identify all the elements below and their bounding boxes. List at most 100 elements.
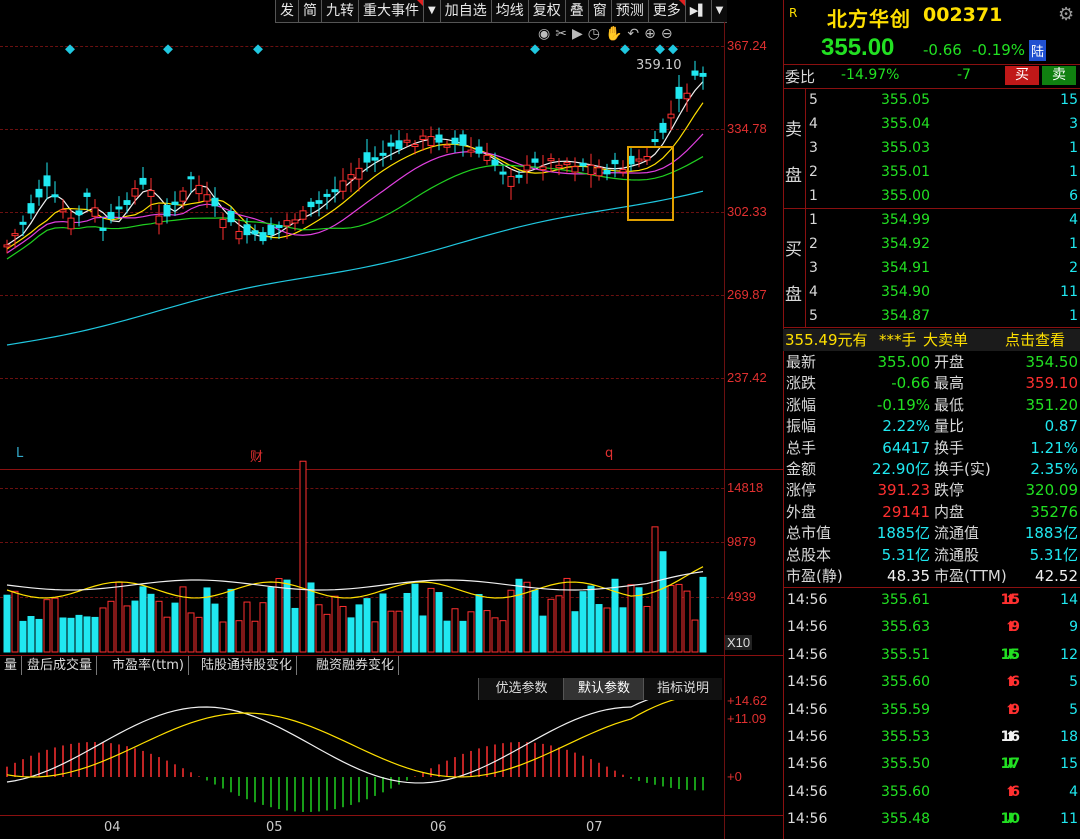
bid-price[interactable]: 354.87 [881,305,930,327]
event-diamond-icon [620,44,630,55]
candle-body [331,189,339,193]
ask-level: 4 [809,116,818,132]
stats-row: 总手 64417 换手 1.21% [783,437,1080,459]
tick-time: 14:56 [787,674,828,691]
ask-row: 2 355.01 1 [783,161,1080,183]
volume-bar [315,604,323,653]
ask-price[interactable]: 355.05 [881,89,930,111]
volume-bar [3,594,11,653]
ind-tab-after-hours[interactable]: 盘后成交量 [23,656,98,675]
bid-row: 4 354.90 11 [783,281,1080,303]
bid-price[interactable]: 354.92 [881,233,930,255]
volume-bar [363,598,371,653]
ask-price[interactable]: 355.00 [881,185,930,207]
volume-bar [587,585,595,653]
volume-bar [123,605,131,653]
candle-body [467,149,475,153]
candle-body [659,122,667,133]
volume-axis-label: 9879 [727,534,756,549]
tick-row: 14:56 355.51 15 ⬇ 12 [783,644,1080,666]
candle-body [427,136,435,147]
candle-body [475,146,483,154]
volume-bar [195,616,203,653]
candle-body [123,200,131,205]
ask-row: 1 355.00 6 [783,185,1080,207]
ask-row: 4 355.04 3 [783,113,1080,135]
candle-body [379,152,387,156]
weibi-pct: -14.97% [841,67,900,83]
axis-vertical-separator [724,22,725,839]
volume-bar [107,600,115,653]
month-label: 06 [430,820,447,835]
volume-bar [467,611,475,653]
ask-price[interactable]: 355.04 [881,113,930,135]
candle-body [699,72,707,77]
stat-label: 总手 [786,438,817,457]
stat-label: 流通股 [934,545,980,564]
kline-chart[interactable] [0,0,724,839]
candle-body [19,221,27,225]
ask-price[interactable]: 355.03 [881,137,930,159]
macd-axis-label: +11.09 [727,711,767,726]
bid-level: 4 [809,284,818,300]
volume-bar [475,594,483,653]
big-order-bar[interactable]: 355.49元有 ***手 大卖单 点击查看 [783,329,1080,351]
tick-time: 14:56 [787,729,828,745]
volume-bar [403,592,411,653]
candle-body [3,244,11,248]
default-params-button[interactable]: 默认参数 [563,678,644,700]
candle-body [203,194,211,202]
stats-row: 涨幅 -0.19% 最低 351.20 [783,394,1080,416]
tick-count: 5 [1069,701,1078,718]
candle-body [291,219,299,224]
volume-bar [291,607,299,653]
candle-body [651,139,659,143]
arrow-down-icon: ⬇ [1005,811,1017,828]
ind-tab-volume[interactable]: 量 [0,656,23,675]
big-order-price: 355.49元有 [785,331,868,349]
stat-label: 最高 [934,374,965,393]
tick-count: 18 [1060,729,1078,745]
bid-price[interactable]: 354.90 [881,281,930,303]
sell-button[interactable]: 卖 [1042,66,1076,85]
volume-bar [387,610,395,653]
indicator-help-button[interactable]: 指标说明 [643,678,722,700]
candle-body [355,167,363,180]
ind-tab-pe[interactable]: 市盈率(ttm) [108,656,190,675]
bid-price[interactable]: 354.99 [881,209,930,231]
ind-tab-northbound[interactable]: 陆股通持股变化 [197,656,298,675]
arrow-down-icon: ⬇ [1005,646,1017,663]
month-label: 07 [586,820,603,835]
volume-bar [459,620,467,653]
candle-body [403,139,411,143]
tick-time: 14:56 [787,592,828,608]
candle-body [499,171,507,175]
candle-body [171,201,179,205]
gear-icon[interactable]: ⚙ [1058,4,1074,25]
volume-bar [427,587,435,653]
ind-tab-margin[interactable]: 融资融券变化 [312,656,400,675]
ask-price[interactable]: 355.01 [881,161,930,183]
candle-body [27,203,35,214]
volume-bar [187,612,195,653]
big-order-type: 大卖单 [923,331,969,349]
volume-bar [659,551,667,653]
optimal-params-button[interactable]: 优选参数 [478,678,564,700]
volume-axis-label: 4939 [727,589,756,604]
stats-row: 金额 22.90亿 换手(实) 2.35% [783,458,1080,480]
volume-bar [555,595,563,653]
candle-body [43,175,51,187]
event-diamond-icon [253,44,263,55]
quote-panel: R 北方华创 002371 ⚙ 355.00 -0.66 -0.19% 陆 委比… [783,0,1080,839]
candle-body [531,158,539,163]
candle-body [155,215,163,225]
volume-bar [371,621,379,653]
big-order-view-link[interactable]: 点击查看 [1005,329,1065,351]
volume-bar [507,589,515,653]
volume-bar [483,610,491,653]
buy-button[interactable]: 买 [1005,66,1039,85]
arrow-up-icon: ⬆ [1005,619,1017,636]
volume-bar [395,610,403,653]
bid-price[interactable]: 354.91 [881,257,930,279]
volume-bar [275,578,283,653]
